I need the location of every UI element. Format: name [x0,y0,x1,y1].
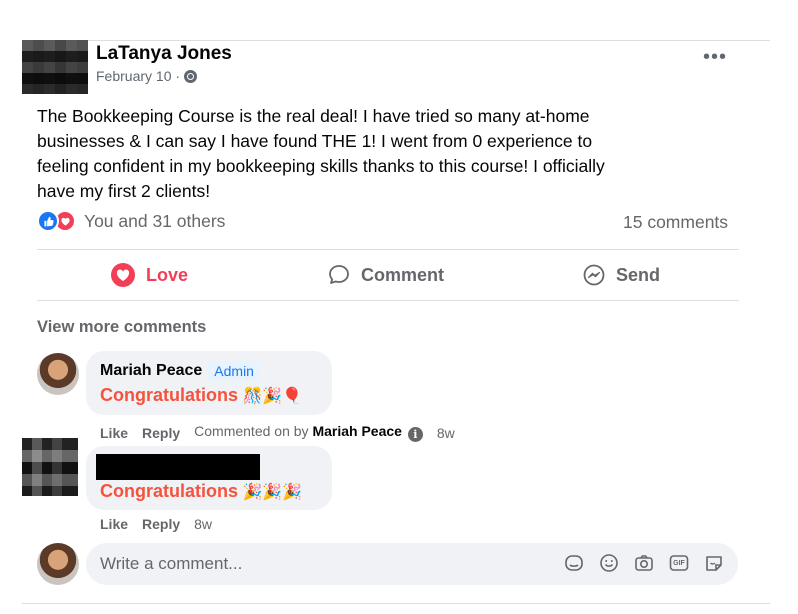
love-icon [111,263,135,287]
sticker-icon[interactable] [562,551,586,575]
comment-button-label: Comment [361,264,445,285]
like-reaction-icon [37,210,59,232]
author-avatar[interactable] [22,40,88,94]
avatar-sticker-icon[interactable] [702,551,726,575]
comment-text: Congratulations [100,385,238,405]
commenter-avatar-pixelated[interactable] [22,438,78,496]
comment-author[interactable]: Mariah Peace [100,362,202,380]
post-date: February 10 · [96,68,198,84]
send-button-label: Send [616,264,661,285]
post-date-text[interactable]: February 10 · [96,68,180,84]
view-more-comments[interactable]: View more comments [37,318,206,337]
redacted-name [96,454,260,480]
comment-time[interactable]: 8w [194,516,212,532]
comment-meta: Like Reply Commented on by Mariah Peace … [100,423,455,442]
comment-text: Congratulations [100,481,238,501]
bottom-divider [22,603,770,604]
post-author-name[interactable]: LaTanya Jones [96,43,232,65]
reactions-text[interactable]: You and 31 others [84,211,225,232]
love-button[interactable]: Love [110,250,188,300]
emoji-icon[interactable] [597,551,621,575]
comment-like-link[interactable]: Like [100,425,128,441]
top-divider [22,40,770,41]
comment-button[interactable]: Comment [327,250,444,300]
comment-emojis: 🎉🎉🎉 [242,484,303,501]
comment-input-placeholder: Write a comment... [100,554,243,573]
comment-like-link[interactable]: Like [100,516,128,532]
admin-badge: Admin [208,361,260,381]
current-user-avatar[interactable] [37,543,79,585]
post-body: The Bookkeeping Course is the real deal!… [37,106,605,201]
comment-time[interactable]: 8w [437,425,455,441]
comment-reply-link[interactable]: Reply [142,516,180,532]
comment-reply-link[interactable]: Reply [142,425,180,441]
gif-icon[interactable]: GIF [667,551,691,575]
camera-icon[interactable] [632,551,656,575]
composer-icons: GIF [562,551,726,575]
gif-label: GIF [673,560,685,567]
more-options-icon[interactable]: ••• [703,47,727,67]
reactions-summary[interactable]: You and 31 others [37,210,225,232]
comments-count[interactable]: 15 comments [623,212,728,233]
privacy-globe-icon [184,69,198,83]
info-icon[interactable]: i [407,427,423,442]
action-bar-bottom-divider [37,300,739,301]
comment-icon [329,265,349,284]
comment-input[interactable]: Write a comment... GIF [86,543,738,585]
action-bar: Love Comment Send [37,250,739,300]
comment-meta: Like Reply 8w [100,516,212,532]
messenger-icon [583,264,605,286]
comment-emojis: 🎊🎉🎈 [242,388,303,405]
comment-bubble: Mariah Peace Admin Congratulations 🎊🎉🎈 [86,351,332,415]
send-button[interactable]: Send [582,250,660,300]
commented-on-by: Commented on by Mariah Peace i [194,423,423,442]
commenter-avatar[interactable] [37,353,79,395]
love-button-label: Love [146,264,189,285]
